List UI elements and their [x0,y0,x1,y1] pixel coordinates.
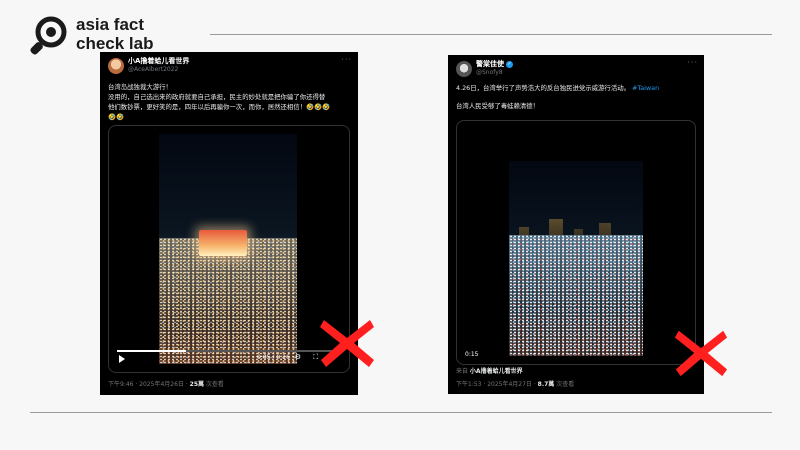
stage-lights [199,230,247,256]
video-frame-crowd-night [159,134,297,364]
display-name[interactable]: 小A撸着蛤儿看世界 [128,56,189,66]
play-icon[interactable] [119,355,125,363]
brand-line-2: check lab [76,34,154,53]
avatar[interactable] [456,61,472,77]
progress-bar[interactable] [117,350,341,352]
video-player[interactable]: 0:05 / 0:16 ⚙ ⛶ ⤢ [108,125,350,373]
video-time: 0:05 / 0:16 [257,354,290,361]
bottom-divider [30,412,772,413]
tweet-text-line: 他们数钞票，更好笑的是，四年以后再骗你一次，而你，居然还相信！🤣🤣🤣 [108,103,330,111]
tweet-text-line: 🤣🤣 [108,113,124,121]
video-controls: 0:05 / 0:16 ⚙ ⛶ ⤢ [117,350,341,366]
display-name[interactable]: 警棠佳使 ✓ [476,59,513,69]
avatar[interactable] [108,58,124,74]
video-player[interactable]: 0:15 [456,120,696,365]
tweet-meta: 下午9:46 · 2025年4月26日 · 25萬 次查看 [108,381,224,388]
video-frame-crowd-night [509,161,643,356]
tweet-text-line: 台湾岛战独裁大游行！ [108,83,172,91]
tweet-meta: 下午1:53 · 2025年4月27日 · 8.7萬 次查看 [456,381,575,388]
hashtag-link[interactable]: #Taiwan [632,84,659,92]
tweet-text-line: 台湾人民受够了毒蛙赖清德！ [456,102,540,110]
false-claim-x-icon [674,330,728,377]
verified-badge-icon: ✓ [506,61,513,68]
view-count: 25萬 [189,381,204,388]
tweet-card-right: 警棠佳使 ✓ @Snofy8 ··· 4.26日，台湾举行了声势浩大的反台独民进党… [448,55,704,394]
brand-line-1: asia fact [76,15,145,34]
user-handle[interactable]: @AceAlbert2022 [128,66,178,73]
user-handle[interactable]: @Snofy8 [476,69,503,76]
more-options-icon[interactable]: ··· [687,58,698,67]
tweet-text-line: 4.26日，台湾举行了声势浩大的反台独民进党示威游行活动。 #Taiwan [456,84,660,92]
video-time-badge: 0:15 [465,351,479,358]
magnifier-logo-icon [30,16,67,55]
video-source: 来自 小A撸着蛤儿看世界 [456,368,523,375]
view-count: 8.7萬 [537,381,555,388]
tweet-text-line: 没用的，自己选出来的政府就要自己承担，民主的妙处就是把你骗了你还得替 [108,93,326,101]
brand-wordmark: asia fact check lab [76,15,154,53]
false-claim-x-icon [320,320,374,367]
top-divider [210,34,772,35]
more-options-icon[interactable]: ··· [341,55,352,64]
progress-fill [117,350,187,352]
source-author-link[interactable]: 小A撸着蛤儿看世界 [470,368,523,375]
asia-fact-check-lab-logo: asia fact check lab [28,14,228,56]
